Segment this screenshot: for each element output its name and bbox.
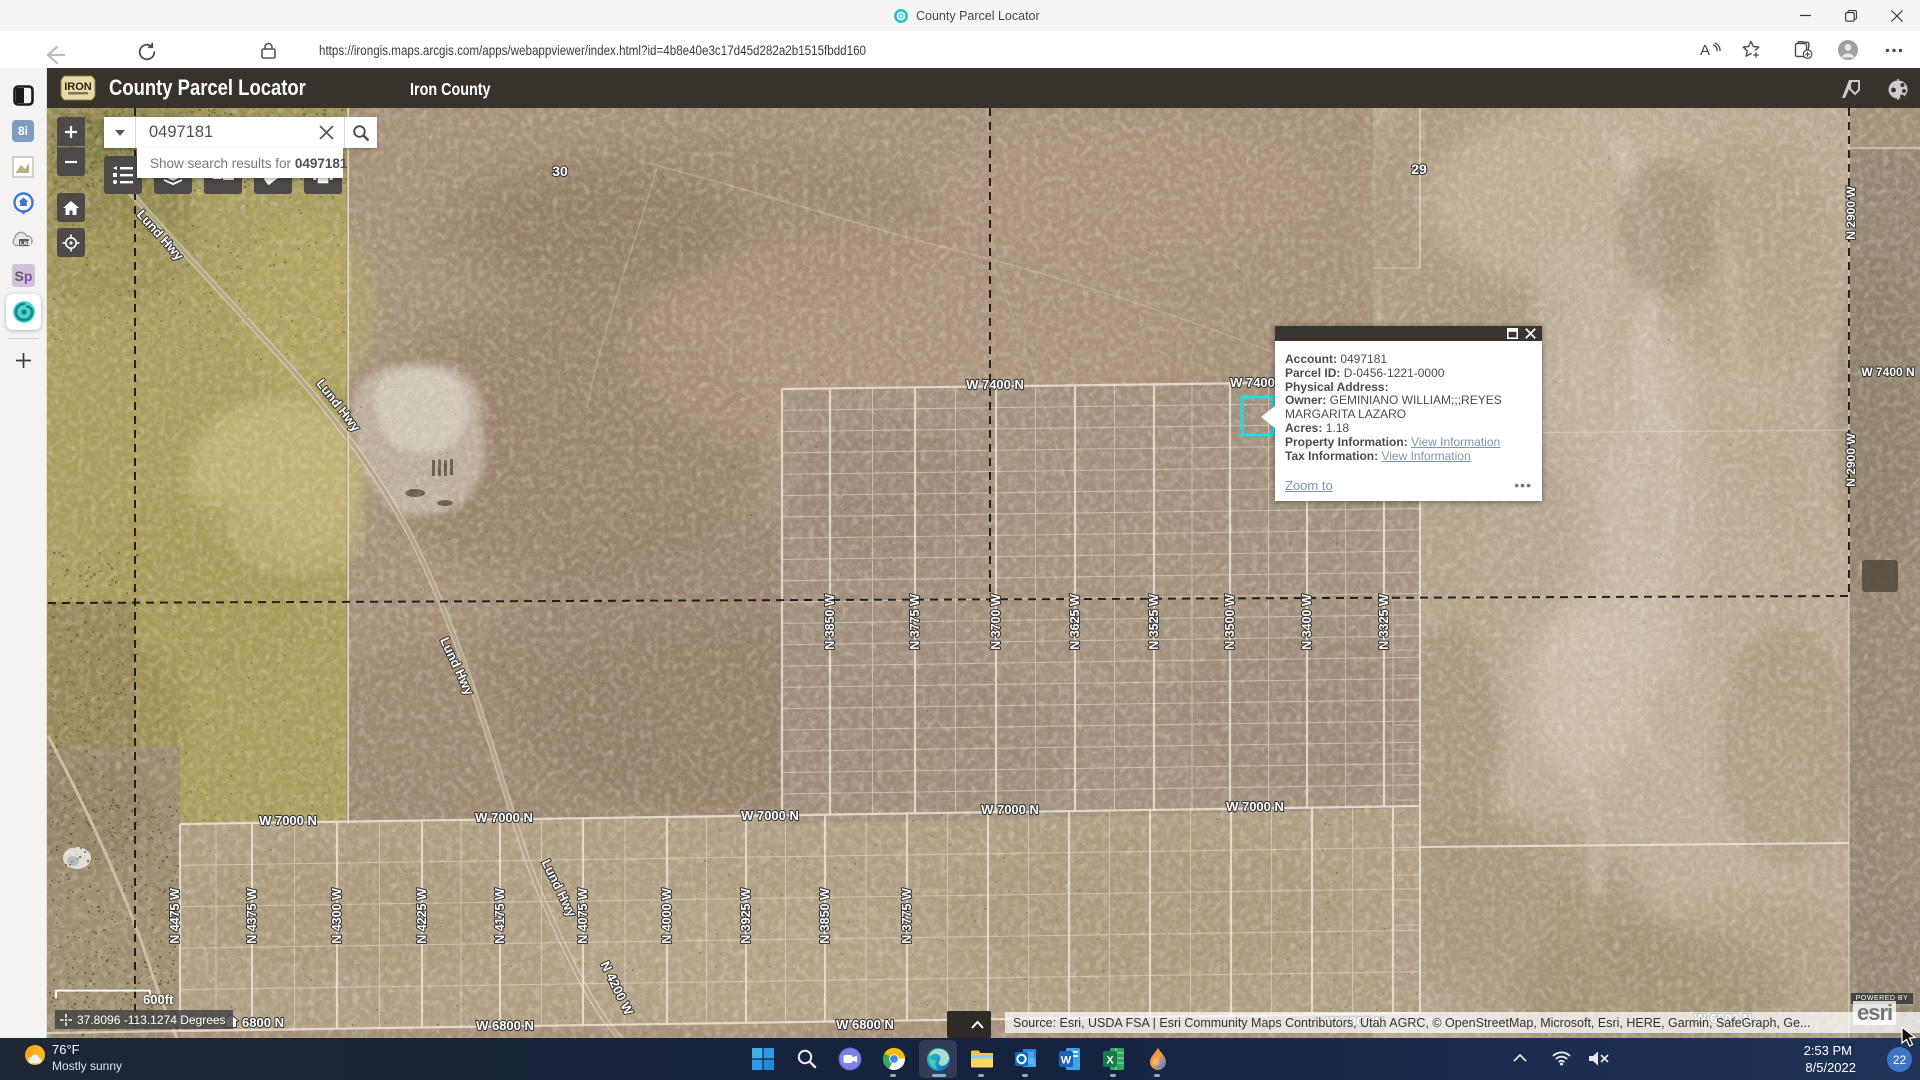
svg-text:N 4475 W: N 4475 W — [168, 888, 182, 944]
svg-text:LAB: LAB — [20, 241, 31, 247]
svg-text:W 7000 N: W 7000 N — [1226, 799, 1284, 814]
svg-text:X: X — [1106, 1055, 1114, 1067]
svg-text:W: W — [1061, 1055, 1072, 1067]
svg-text:N 4225 W: N 4225 W — [415, 888, 429, 944]
svg-text:N 2900 W: N 2900 W — [1844, 186, 1858, 240]
svg-text:N 3400 W: N 3400 W — [1300, 594, 1314, 650]
svg-text:W 7000 N: W 7000 N — [475, 810, 533, 825]
svg-text:N 4075 W: N 4075 W — [576, 888, 590, 944]
svg-text:N 3325 W: N 3325 W — [1377, 594, 1391, 650]
svg-text:W 7000 N: W 7000 N — [741, 808, 799, 823]
svg-text:IRON: IRON — [64, 81, 92, 93]
svg-text:6800 N: 6800 N — [242, 1015, 284, 1030]
svg-text:N 3925 W: N 3925 W — [739, 888, 753, 944]
svg-text:N 2900 W: N 2900 W — [1844, 433, 1858, 487]
svg-text:N 4175 W: N 4175 W — [493, 888, 507, 944]
svg-text:A: A — [1700, 42, 1710, 59]
svg-text:N 4300 W: N 4300 W — [330, 888, 344, 944]
svg-text:N 3525 W: N 3525 W — [1147, 594, 1161, 650]
svg-text:30: 30 — [552, 163, 568, 179]
svg-text:N 3775 W: N 3775 W — [908, 594, 922, 650]
svg-text:N 3700 W: N 3700 W — [989, 594, 1003, 650]
svg-text:W 7000 N: W 7000 N — [259, 813, 317, 828]
svg-text:W 7400 N: W 7400 N — [1861, 365, 1914, 379]
svg-text:29: 29 — [1411, 161, 1427, 177]
svg-text:W 7400 N: W 7400 N — [966, 377, 1024, 392]
svg-text:N 3625 W: N 3625 W — [1068, 594, 1082, 650]
svg-text:N 3500 W: N 3500 W — [1223, 594, 1237, 650]
svg-text:W 6800 N: W 6800 N — [836, 1017, 894, 1032]
svg-text:N 3850 W: N 3850 W — [818, 888, 832, 944]
svg-text:W 7000 N: W 7000 N — [981, 802, 1039, 817]
svg-text:N 4000 W: N 4000 W — [660, 888, 674, 944]
svg-text:N 4375 W: N 4375 W — [245, 888, 259, 944]
svg-text:N 3775 W: N 3775 W — [900, 888, 914, 944]
svg-text:W 6800 N: W 6800 N — [476, 1018, 534, 1033]
svg-text:N 3850 W: N 3850 W — [823, 594, 837, 650]
